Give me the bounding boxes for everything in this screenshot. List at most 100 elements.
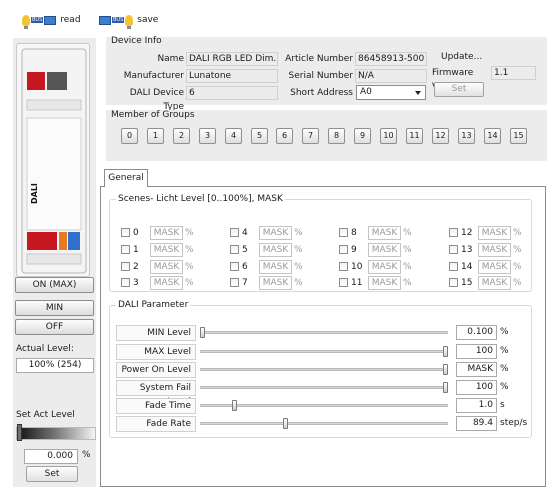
act-level-unit: % bbox=[82, 450, 91, 460]
group-button-2[interactable]: 2 bbox=[173, 128, 190, 144]
group-button-4[interactable]: 4 bbox=[225, 128, 242, 144]
scene-checkbox-7[interactable] bbox=[230, 278, 239, 287]
scene-checkbox-9[interactable] bbox=[339, 245, 348, 254]
scene-checkbox-13[interactable] bbox=[449, 245, 458, 254]
group-button-6[interactable]: 6 bbox=[276, 128, 293, 144]
scene-level-input-1[interactable]: MASK bbox=[150, 243, 183, 257]
scene-checkbox-0[interactable] bbox=[121, 228, 130, 237]
scene-level-input-4[interactable]: MASK bbox=[259, 226, 292, 240]
scene-label-2: 2 bbox=[133, 262, 139, 272]
dali-device-image: DALI bbox=[16, 43, 90, 277]
group-button-15[interactable]: 15 bbox=[510, 128, 527, 144]
act-level-set-button[interactable]: Set bbox=[26, 466, 78, 482]
scene-label-14: 14 bbox=[461, 262, 473, 272]
save-button[interactable]: BUS save bbox=[99, 11, 158, 29]
scene-level-input-15[interactable]: MASK bbox=[478, 276, 511, 290]
short-address-select[interactable]: A0 bbox=[356, 85, 426, 100]
scene-checkbox-6[interactable] bbox=[230, 262, 239, 271]
max-level-slider[interactable] bbox=[200, 350, 448, 353]
scene-checkbox-12[interactable] bbox=[449, 228, 458, 237]
off-button[interactable]: OFF bbox=[15, 319, 94, 335]
scene-level-input-2[interactable]: MASK bbox=[150, 260, 183, 274]
min-level-slider-thumb[interactable] bbox=[200, 327, 205, 338]
on-max-button[interactable]: ON (MAX) bbox=[15, 277, 94, 293]
scene-label-1: 1 bbox=[133, 245, 139, 255]
scene-percent-7: % bbox=[294, 278, 303, 288]
scene-checkbox-15[interactable] bbox=[449, 278, 458, 287]
scene-checkbox-1[interactable] bbox=[121, 245, 130, 254]
scene-level-input-10[interactable]: MASK bbox=[368, 260, 401, 274]
set-act-level-label: Set Act Level bbox=[16, 410, 75, 420]
scene-level-input-6[interactable]: MASK bbox=[259, 260, 292, 274]
name-label: Name bbox=[157, 54, 184, 64]
group-button-11[interactable]: 11 bbox=[406, 128, 423, 144]
svg-text:DALI: DALI bbox=[30, 183, 39, 204]
min-level-slider[interactable] bbox=[200, 331, 448, 334]
scene-level-input-7[interactable]: MASK bbox=[259, 276, 292, 290]
system-fail-level-label: System Fail Level bbox=[116, 380, 196, 407]
manufacturer-value: Lunatone bbox=[186, 69, 278, 83]
group-button-10[interactable]: 10 bbox=[380, 128, 397, 144]
scene-level-input-13[interactable]: MASK bbox=[478, 243, 511, 257]
scene-checkbox-3[interactable] bbox=[121, 278, 130, 287]
fade-time-slider-thumb[interactable] bbox=[232, 400, 237, 411]
system-fail-level-value-input[interactable]: 100 bbox=[456, 380, 497, 395]
fade-rate-value-input[interactable]: 89.4 bbox=[456, 416, 497, 431]
group-button-0[interactable]: 0 bbox=[121, 128, 138, 144]
update-button[interactable]: Update... bbox=[441, 50, 482, 64]
power-on-level-value-input[interactable]: MASK bbox=[456, 362, 497, 377]
scene-percent-14: % bbox=[513, 262, 522, 272]
act-level-slider[interactable] bbox=[16, 427, 96, 440]
max-level-slider-thumb[interactable] bbox=[443, 346, 448, 357]
power-on-level-slider-thumb[interactable] bbox=[443, 364, 448, 375]
max-level-value-input[interactable]: 100 bbox=[456, 344, 497, 359]
scene-checkbox-4[interactable] bbox=[230, 228, 239, 237]
fade-time-slider[interactable] bbox=[200, 404, 448, 407]
scene-percent-2: % bbox=[185, 262, 194, 272]
group-button-5[interactable]: 5 bbox=[251, 128, 268, 144]
scene-level-input-5[interactable]: MASK bbox=[259, 243, 292, 257]
power-on-level-slider[interactable] bbox=[200, 368, 448, 371]
group-button-8[interactable]: 8 bbox=[328, 128, 345, 144]
tab-general[interactable]: General bbox=[104, 169, 148, 187]
scene-level-input-0[interactable]: MASK bbox=[150, 226, 183, 240]
scene-level-input-12[interactable]: MASK bbox=[478, 226, 511, 240]
fade-rate-slider[interactable] bbox=[200, 422, 448, 425]
actual-level-label: Actual Level: bbox=[16, 344, 74, 354]
group-button-3[interactable]: 3 bbox=[199, 128, 216, 144]
group-button-7[interactable]: 7 bbox=[302, 128, 319, 144]
device-info-title: Device Info bbox=[111, 36, 162, 46]
act-level-slider-thumb[interactable] bbox=[17, 424, 22, 441]
system-fail-level-slider[interactable] bbox=[200, 386, 448, 389]
act-level-input[interactable]: 0.000 bbox=[24, 449, 78, 464]
max-level-unit: % bbox=[500, 346, 509, 356]
scene-label-4: 4 bbox=[242, 228, 248, 238]
read-button[interactable]: BUS read bbox=[22, 11, 81, 29]
scene-checkbox-5[interactable] bbox=[230, 245, 239, 254]
scene-checkbox-14[interactable] bbox=[449, 262, 458, 271]
article-number-label: Article Number bbox=[285, 54, 353, 64]
fade-rate-slider-thumb[interactable] bbox=[283, 418, 288, 429]
scene-checkbox-10[interactable] bbox=[339, 262, 348, 271]
fade-rate-label: Fade Rate bbox=[116, 416, 196, 432]
group-button-13[interactable]: 13 bbox=[458, 128, 475, 144]
scene-level-input-11[interactable]: MASK bbox=[368, 276, 401, 290]
short-address-set-button[interactable]: Set bbox=[434, 82, 484, 97]
group-button-1[interactable]: 1 bbox=[147, 128, 164, 144]
article-number-value: 86458913-500 bbox=[355, 52, 427, 66]
scene-checkbox-2[interactable] bbox=[121, 262, 130, 271]
system-fail-level-slider-thumb[interactable] bbox=[443, 382, 448, 393]
group-button-9[interactable]: 9 bbox=[354, 128, 371, 144]
system-fail-level-unit: % bbox=[500, 382, 509, 392]
group-button-14[interactable]: 14 bbox=[484, 128, 501, 144]
min-button[interactable]: MIN bbox=[15, 300, 94, 316]
scene-level-input-9[interactable]: MASK bbox=[368, 243, 401, 257]
scene-checkbox-11[interactable] bbox=[339, 278, 348, 287]
scene-level-input-8[interactable]: MASK bbox=[368, 226, 401, 240]
group-button-12[interactable]: 12 bbox=[432, 128, 449, 144]
fade-time-value-input[interactable]: 1.0 bbox=[456, 398, 497, 413]
scene-level-input-14[interactable]: MASK bbox=[478, 260, 511, 274]
scene-checkbox-8[interactable] bbox=[339, 228, 348, 237]
min-level-value-input[interactable]: 0.100 bbox=[456, 325, 497, 340]
scene-level-input-3[interactable]: MASK bbox=[150, 276, 183, 290]
